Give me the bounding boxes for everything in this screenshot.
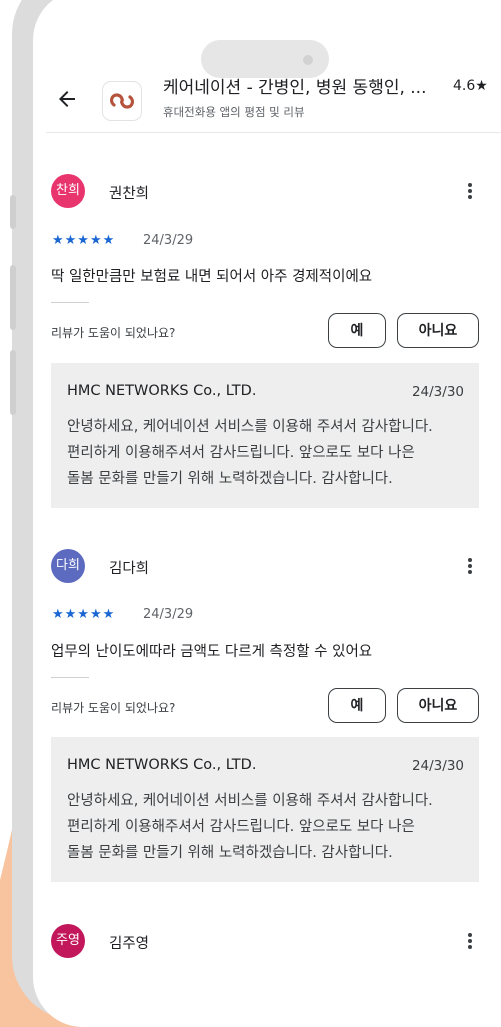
developer-reply: HMC NETWORKS Co., LTD. 24/3/30 안녕하세요, 케어… <box>51 737 479 882</box>
reply-text-line: 편리하게 이용해주셔서 감사드립니다. 앞으로도 보다 나은 <box>67 445 415 461</box>
avatar: 찬희 <box>51 174 85 208</box>
avatar: 주영 <box>51 924 85 958</box>
avatar: 다희 <box>51 549 85 583</box>
phone-side-button <box>10 195 16 229</box>
star-rating: ★★★★★ <box>52 607 116 622</box>
arrow-left-icon[interactable] <box>55 87 79 111</box>
carenation-logo-icon <box>102 81 142 121</box>
helpful-yes-button[interactable]: 예 <box>328 313 386 348</box>
helpful-yes-button[interactable]: 예 <box>328 688 386 723</box>
reply-text-line: 안녕하세요, 케어네이션 서비스를 이용해 주셔서 감사합니다. <box>67 419 433 435</box>
page-subtitle: 휴대전화용 앱의 평점 및 리뷰 <box>163 105 305 119</box>
more-vert-icon[interactable] <box>466 931 474 951</box>
developer-reply: HMC NETWORKS Co., LTD. 24/3/30 안녕하세요, 케어… <box>51 363 479 508</box>
header-divider <box>46 132 501 133</box>
app-header: 케어네이션 - 간병인, 병원 동행인, ... 4.6★ 휴대전화용 앱의 평… <box>0 0 501 135</box>
phone-side-button <box>10 350 16 415</box>
reply-text-line: 편리하게 이용해주셔서 감사드립니다. 앞으로도 보다 나은 <box>67 819 415 835</box>
review-text: 딱 일한만큼만 보험료 내면 되어서 아주 경제적이에요 <box>51 269 373 285</box>
helpful-question: 리뷰가 도움이 되었나요? <box>51 701 176 715</box>
helpful-no-button[interactable]: 아니요 <box>397 688 479 723</box>
app-title: 케어네이션 - 간병인, 병원 동행인, ... <box>163 78 427 98</box>
review-date: 24/3/29 <box>143 607 194 622</box>
divider <box>51 302 89 303</box>
reply-text-line: 안녕하세요, 케어네이션 서비스를 이용해 주셔서 감사합니다. <box>67 793 433 809</box>
reply-text-line: 돌봄 문화를 만들기 위해 노력하겠습니다. 감사합니다. <box>67 471 393 487</box>
more-vert-icon[interactable] <box>466 556 474 576</box>
helpful-question: 리뷰가 도움이 되었나요? <box>51 326 176 340</box>
divider <box>51 677 89 678</box>
reviewer-name: 김다희 <box>109 561 150 577</box>
star-rating: ★★★★★ <box>52 233 116 248</box>
reply-date: 24/3/30 <box>411 384 464 400</box>
developer-name: HMC NETWORKS Co., LTD. <box>67 757 257 773</box>
reviewer-name: 김주영 <box>109 936 150 952</box>
more-vert-icon[interactable] <box>466 181 474 201</box>
app-rating: 4.6★ <box>453 78 488 94</box>
phone-side-button <box>10 265 16 330</box>
review-text: 업무의 난이도에따라 금액도 다르게 측정할 수 있어요 <box>51 644 373 660</box>
review-date: 24/3/29 <box>143 233 194 248</box>
developer-name: HMC NETWORKS Co., LTD. <box>67 383 257 399</box>
helpful-no-button[interactable]: 아니요 <box>397 313 479 348</box>
reviewer-name: 권찬희 <box>109 186 150 202</box>
reply-date: 24/3/30 <box>411 758 464 774</box>
reply-text-line: 돌봄 문화를 만들기 위해 노력하겠습니다. 감사합니다. <box>67 845 393 861</box>
